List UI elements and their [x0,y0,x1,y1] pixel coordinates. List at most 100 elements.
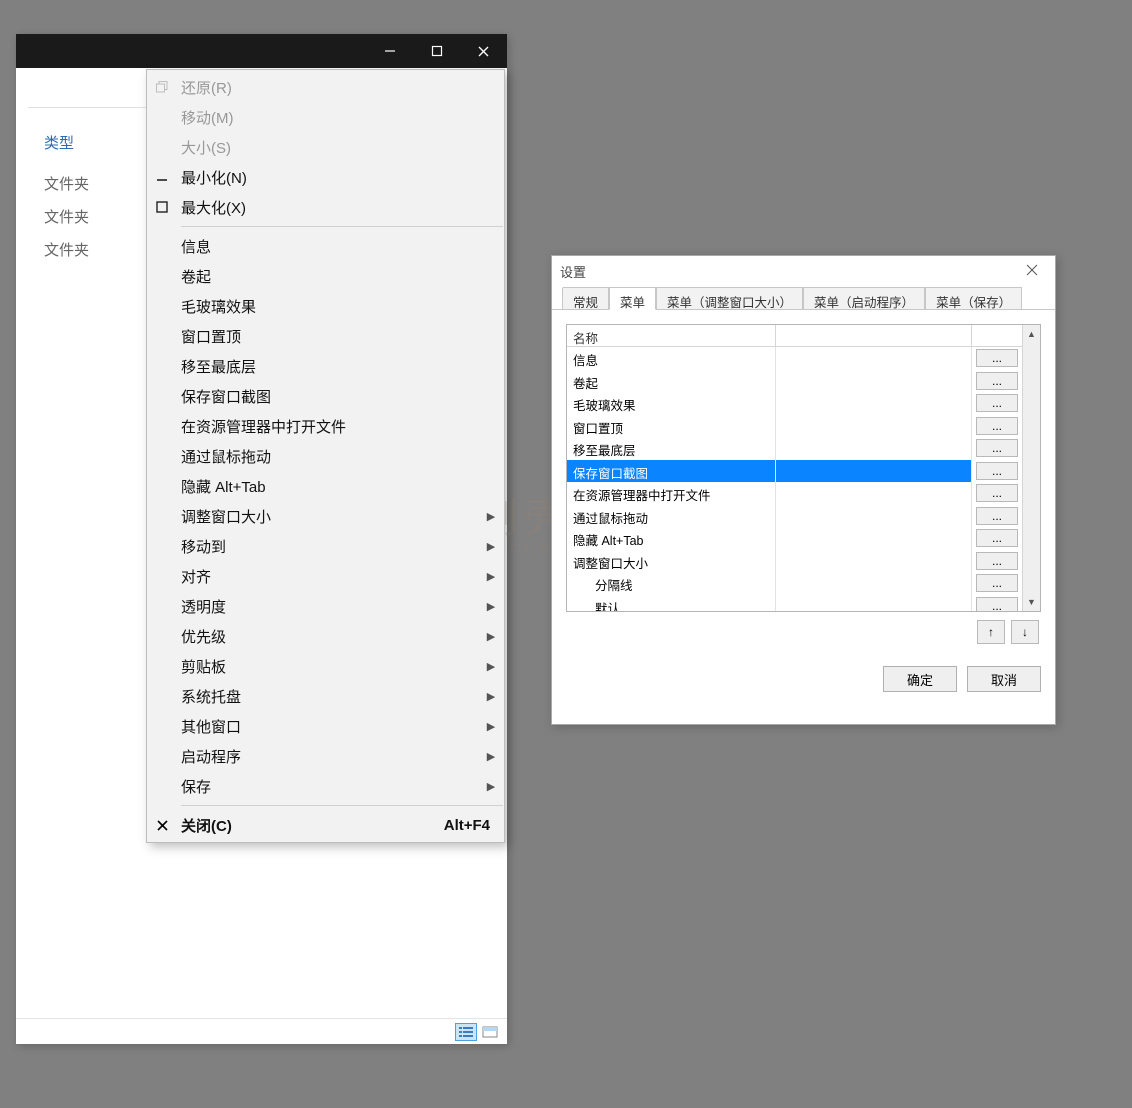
cell-name: 毛玻璃效果 [567,392,776,415]
row-options-button[interactable]: ... [976,372,1018,390]
menu-item-label: 毛玻璃效果 [177,296,478,317]
tab-menu-save[interactable]: 菜单（保存） [925,287,1022,310]
tab-menu[interactable]: 菜单 [609,287,656,310]
menu-item[interactable]: 最大化(X) [147,192,504,222]
table-row[interactable]: 保存窗口截图... [567,460,1022,483]
menu-item[interactable]: 信息 [147,231,504,261]
menu-separator [181,226,503,227]
menu-item[interactable]: 最小化(N) [147,162,504,192]
table-row[interactable]: 毛玻璃效果... [567,392,1022,415]
table-row[interactable]: 移至最底层... [567,437,1022,460]
tab-strip: 常规 菜单 菜单（调整窗口大小） 菜单（启动程序） 菜单（保存） [552,286,1055,310]
table-row[interactable]: 调整窗口大小... [567,550,1022,573]
column-header-empty[interactable] [776,325,972,347]
dialog-close-button[interactable] [1017,264,1047,279]
column-header-name[interactable]: 名称 [567,325,776,347]
row-options-button[interactable]: ... [976,439,1018,457]
menu-item[interactable]: 毛玻璃效果 [147,291,504,321]
row-options-button[interactable]: ... [976,529,1018,547]
table-row[interactable]: 隐藏 Alt+Tab... [567,527,1022,550]
menu-item[interactable]: 优先级▶ [147,621,504,651]
settings-dialog: 设置 常规 菜单 菜单（调整窗口大小） 菜单（启动程序） 菜单（保存） 名称 信… [551,255,1056,725]
tab-menu-launch[interactable]: 菜单（启动程序） [803,287,925,310]
menu-item: 大小(S) [147,132,504,162]
menu-item[interactable]: 启动程序▶ [147,741,504,771]
table-row[interactable]: 分隔线... [567,572,1022,595]
cancel-button[interactable]: 取消 [967,666,1041,692]
menu-item[interactable]: 移动到▶ [147,531,504,561]
menu-item[interactable]: 在资源管理器中打开文件 [147,411,504,441]
row-options-button[interactable]: ... [976,484,1018,502]
cell-empty [776,482,972,505]
thumbnails-view-icon[interactable] [479,1023,501,1041]
menu-item-label: 在资源管理器中打开文件 [177,416,478,437]
menu-item-label: 最小化(N) [177,167,478,188]
menu-item-label: 卷起 [177,266,478,287]
tab-menu-resize[interactable]: 菜单（调整窗口大小） [656,287,803,310]
close-icon [147,820,177,831]
table-row[interactable]: 卷起... [567,370,1022,393]
dialog-titlebar: 设置 [552,256,1055,286]
grid-header: 名称 [567,325,1022,347]
menu-item[interactable]: 调整窗口大小▶ [147,501,504,531]
cell-name: 调整窗口大小 [567,550,776,573]
row-options-button[interactable]: ... [976,574,1018,592]
cell-empty [776,460,972,483]
menu-item[interactable]: 透明度▶ [147,591,504,621]
menu-item[interactable]: 对齐▶ [147,561,504,591]
menu-item-label: 优先级 [177,626,478,647]
table-row[interactable]: 信息... [567,347,1022,370]
menu-item-label: 调整窗口大小 [177,506,478,527]
menu-item-label: 启动程序 [177,746,478,767]
menu-item[interactable]: 窗口置顶 [147,321,504,351]
cell-empty [776,527,972,550]
row-options-button[interactable]: ... [976,552,1018,570]
scroll-up-icon[interactable]: ▲ [1023,325,1040,343]
row-options-button[interactable]: ... [976,597,1018,611]
maximize-button[interactable] [413,34,460,68]
system-context-menu: 还原(R)移动(M)大小(S)最小化(N)最大化(X) 信息卷起毛玻璃效果窗口置… [146,69,505,843]
close-button[interactable] [460,34,507,68]
move-up-button[interactable]: ↑ [977,620,1005,644]
menu-item[interactable]: 隐藏 Alt+Tab [147,471,504,501]
menu-item[interactable]: 保存▶ [147,771,504,801]
row-options-button[interactable]: ... [976,507,1018,525]
restore-icon [147,81,177,93]
menu-item[interactable]: 剪贴板▶ [147,651,504,681]
move-down-button[interactable]: ↓ [1011,620,1039,644]
details-view-icon[interactable] [455,1023,477,1041]
table-row[interactable]: 默认... [567,595,1022,612]
menu-item[interactable]: 移至最底层 [147,351,504,381]
cell-name: 分隔线 [567,572,776,595]
menu-item[interactable]: 通过鼠标拖动 [147,441,504,471]
menu-item[interactable]: 系统托盘▶ [147,681,504,711]
menu-item-label: 移动到 [177,536,478,557]
table-row[interactable]: 在资源管理器中打开文件... [567,482,1022,505]
row-options-button[interactable]: ... [976,349,1018,367]
row-options-button[interactable]: ... [976,462,1018,480]
menu-item[interactable]: 保存窗口截图 [147,381,504,411]
column-header-action[interactable] [972,325,1022,347]
row-options-button[interactable]: ... [976,394,1018,412]
cell-empty [776,392,972,415]
vertical-scrollbar[interactable]: ▲ ▼ [1022,325,1040,611]
cell-empty [776,370,972,393]
table-row[interactable]: 窗口置顶... [567,415,1022,438]
tab-general[interactable]: 常规 [562,287,609,310]
row-options-button[interactable]: ... [976,417,1018,435]
menu-item-close[interactable]: 关闭(C) Alt+F4 [147,810,504,840]
menu-item: 还原(R) [147,72,504,102]
ok-button[interactable]: 确定 [883,666,957,692]
menu-item[interactable]: 卷起 [147,261,504,291]
chevron-right-icon: ▶ [478,690,504,703]
cell-name: 保存窗口截图 [567,460,776,483]
scroll-down-icon[interactable]: ▼ [1023,593,1040,611]
dialog-title: 设置 [560,262,586,281]
table-row[interactable]: 通过鼠标拖动... [567,505,1022,528]
chevron-right-icon: ▶ [478,540,504,553]
menu-item[interactable]: 其他窗口▶ [147,711,504,741]
menu-item-label: 大小(S) [177,137,478,158]
minimize-button[interactable] [366,34,413,68]
chevron-right-icon: ▶ [478,750,504,763]
menu-item-label: 移至最底层 [177,356,478,377]
